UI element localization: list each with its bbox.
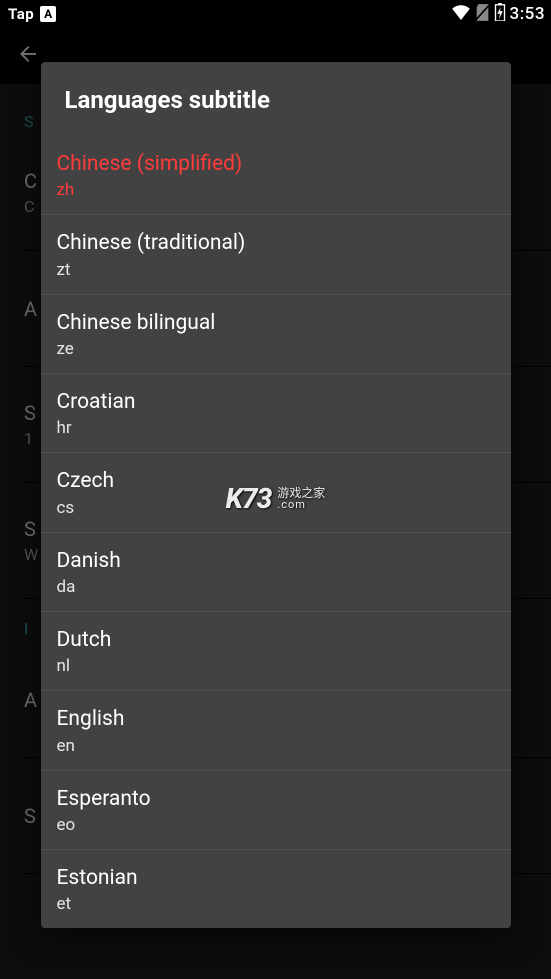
language-option[interactable]: Chinese (simplified)zh: [41, 136, 511, 215]
status-bar: Tap A 3:53: [0, 0, 551, 28]
language-name: Estonian: [57, 864, 495, 892]
language-option[interactable]: Chinese bilingualze: [41, 295, 511, 374]
dialog-scrim[interactable]: Languages subtitle Chinese (simplified)z…: [0, 28, 551, 979]
language-code: ze: [57, 339, 495, 359]
language-code: hr: [57, 418, 495, 438]
no-sim-icon: [475, 4, 490, 25]
language-name: Chinese (traditional): [57, 229, 495, 257]
language-name: English: [57, 705, 495, 733]
language-name: Danish: [57, 547, 495, 575]
language-code: cs: [57, 498, 495, 518]
language-option[interactable]: English en: [41, 691, 511, 770]
language-option[interactable]: Croatianhr: [41, 374, 511, 453]
language-option[interactable]: Estonianet: [41, 850, 511, 928]
dialog-title: Languages subtitle: [41, 62, 511, 136]
status-a-badge: A: [40, 6, 56, 22]
language-name: Croatian: [57, 388, 495, 416]
language-code: da: [57, 577, 495, 597]
status-tap-label: Tap: [8, 5, 34, 23]
language-code: zt: [57, 260, 495, 280]
language-name: Dutch: [57, 626, 495, 654]
status-clock: 3:53: [510, 4, 545, 24]
wifi-icon: [451, 4, 471, 24]
language-code: eo: [57, 815, 495, 835]
language-option[interactable]: Dutchnl: [41, 612, 511, 691]
language-option[interactable]: Czech cs: [41, 453, 511, 532]
language-option[interactable]: Danishda: [41, 533, 511, 612]
language-code: et: [57, 894, 495, 914]
languages-dialog: Languages subtitle Chinese (simplified)z…: [41, 62, 511, 928]
language-option[interactable]: Chinese (traditional) zt: [41, 215, 511, 294]
language-list: Chinese (simplified)zhChinese (tradition…: [41, 136, 511, 928]
language-code: zh: [57, 180, 495, 200]
language-code: en: [57, 736, 495, 756]
language-code: nl: [57, 656, 495, 676]
language-name: Czech: [57, 467, 495, 495]
language-name: Chinese (simplified): [57, 150, 495, 178]
battery-charging-icon: [494, 3, 506, 25]
language-name: Chinese bilingual: [57, 309, 495, 337]
language-name: Esperanto: [57, 785, 495, 813]
language-option[interactable]: Esperantoeo: [41, 771, 511, 850]
